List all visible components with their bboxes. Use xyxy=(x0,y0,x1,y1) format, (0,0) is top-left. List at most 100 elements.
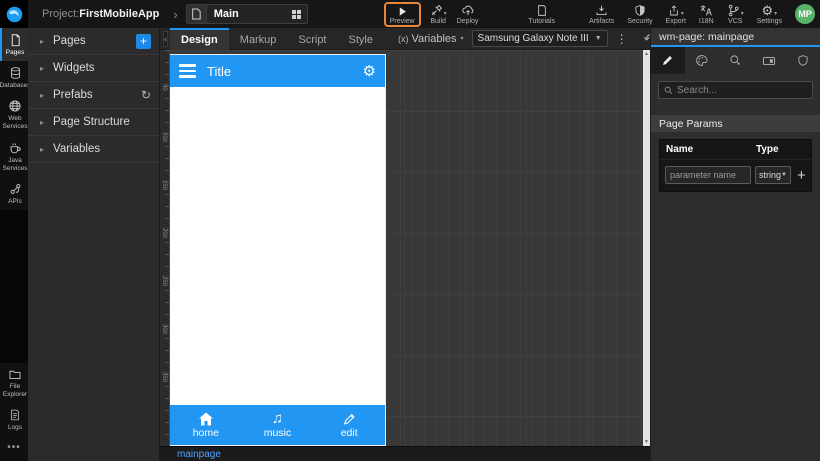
preview-button[interactable]: Preview xyxy=(383,1,421,27)
hamburger-menu-icon[interactable] xyxy=(179,64,196,78)
gear-icon[interactable]: ⚙ xyxy=(363,64,376,79)
deploy-label: Deploy xyxy=(456,17,479,25)
refresh-icon[interactable]: ↻ xyxy=(141,88,151,102)
nav-item-edit[interactable]: edit xyxy=(313,405,385,445)
nav-item-home[interactable]: home xyxy=(170,405,242,445)
ruler-mark: 100 xyxy=(161,132,167,143)
more-vertical-icon[interactable]: ⋮ xyxy=(616,32,628,46)
vcs-button[interactable]: ▾ VCS xyxy=(724,3,747,26)
panel-section-variables[interactable]: ▸ Variables xyxy=(28,136,159,163)
tab-properties[interactable] xyxy=(651,47,685,74)
tab-search-widget[interactable] xyxy=(719,47,753,74)
panel-section-pages[interactable]: ▸ Pages + xyxy=(28,28,159,55)
properties-search-box[interactable] xyxy=(658,81,813,99)
panel-section-page-structure[interactable]: ▸ Page Structure xyxy=(28,109,159,136)
tab-style[interactable]: Style xyxy=(338,28,384,50)
variables-dropdown[interactable]: (x) Variables ▾ xyxy=(398,33,464,45)
page-params-header: Page Params xyxy=(651,115,820,132)
tab-device[interactable] xyxy=(752,47,786,74)
logs-icon xyxy=(11,409,19,421)
more-options-icon[interactable]: ••• xyxy=(0,436,28,461)
canvas-vertical-scrollbar[interactable]: ▲ ▼ xyxy=(643,50,650,446)
phone-header-bar[interactable]: Title ⚙ xyxy=(170,55,385,87)
page-doc-icon xyxy=(186,5,207,23)
rail-item-logs[interactable]: Logs xyxy=(0,403,28,436)
rail-label: Java Services xyxy=(2,156,28,172)
palette-icon xyxy=(696,55,708,66)
tab-design[interactable]: Design xyxy=(170,27,229,50)
rail-item-pages[interactable]: Pages xyxy=(0,28,28,62)
artifacts-button[interactable]: Artifacts xyxy=(586,3,617,26)
branch-icon xyxy=(728,4,739,16)
ruler-mark: 300 xyxy=(161,324,167,335)
security-button[interactable]: Security xyxy=(624,3,655,26)
settings-label: Settings xyxy=(756,17,782,25)
page-selector-label: Main xyxy=(213,8,239,20)
tab-markup[interactable]: Markup xyxy=(229,28,288,50)
tab-styles[interactable] xyxy=(685,47,719,74)
design-canvas[interactable]: 50 100 150 200 250 300 350 Title ⚙ home … xyxy=(160,50,650,446)
caret-right-icon: ▸ xyxy=(40,36,45,46)
api-nodes-icon xyxy=(10,183,20,194)
nav-item-music[interactable]: ♫ music xyxy=(242,405,314,445)
export-button[interactable]: ▾ Export xyxy=(663,3,689,26)
phone-page-content[interactable] xyxy=(170,87,385,405)
home-icon xyxy=(198,412,213,425)
caret-right-icon: ▸ xyxy=(40,90,45,100)
open-page-tab[interactable]: mainpage xyxy=(177,449,221,460)
add-param-button[interactable]: + xyxy=(795,168,808,183)
param-type-select[interactable]: string ▼ xyxy=(755,166,791,184)
chevron-down-icon: ▾ xyxy=(680,10,684,17)
scroll-up-icon[interactable]: ▲ xyxy=(644,50,649,58)
topbar-right-actions: Artifacts Security ▾ Export I18N ▾ VCS ⚙… xyxy=(586,3,815,26)
page-selector-button[interactable]: Main xyxy=(185,4,308,24)
param-name-input[interactable] xyxy=(665,166,751,184)
section-label: Widgets xyxy=(53,62,95,74)
ruler-mark: 50 xyxy=(161,84,167,91)
device-select[interactable]: Samsung Galaxy Note III ▼ xyxy=(471,30,608,47)
rail-item-web-services[interactable]: Web Services xyxy=(0,94,28,135)
i18n-button[interactable]: I18N xyxy=(696,3,717,26)
column-header-type: Type xyxy=(756,144,779,155)
search-input[interactable] xyxy=(677,84,807,96)
ruler-mark: 350 xyxy=(161,372,167,383)
chevron-down-icon: ▼ xyxy=(594,35,602,42)
scroll-down-icon[interactable]: ▼ xyxy=(644,438,649,446)
phone-preview[interactable]: Title ⚙ home ♫ music edit xyxy=(170,55,385,445)
panel-section-prefabs[interactable]: ▸ Prefabs ↻ xyxy=(28,82,159,109)
rail-item-databases[interactable]: Databases xyxy=(0,61,31,94)
play-icon xyxy=(399,6,406,16)
panel-section-widgets[interactable]: ▸ Widgets xyxy=(28,55,159,82)
phone-bottom-nav: home ♫ music edit xyxy=(170,405,385,445)
tab-security-widget[interactable] xyxy=(786,47,820,74)
i18n-label: I18N xyxy=(698,17,714,25)
edit-pencil-icon xyxy=(343,413,355,425)
app-logo[interactable] xyxy=(0,0,28,28)
rail-label: Databases xyxy=(0,82,31,90)
collapse-left-panel-icon[interactable]: ‹ xyxy=(163,30,168,47)
phone-page-title: Title xyxy=(207,63,232,79)
rail-item-file-explorer[interactable]: File Explorer xyxy=(0,363,28,403)
coffee-icon xyxy=(10,142,21,153)
user-avatar[interactable]: MP xyxy=(795,4,815,24)
rail-label: Logs xyxy=(7,423,23,431)
project-breadcrumb: Project:FirstMobileApp xyxy=(42,8,159,20)
pencil-icon xyxy=(663,56,673,65)
settings-button[interactable]: ⚙ ▾ Settings xyxy=(754,3,785,26)
tutorials-label: Tutorials xyxy=(528,17,556,25)
page-params-table: Name Type string ▼ + xyxy=(659,139,812,192)
search-icon xyxy=(664,86,673,94)
shield-outline-icon xyxy=(798,55,808,66)
rail-item-apis[interactable]: APIs xyxy=(0,177,28,210)
add-page-button[interactable]: + xyxy=(136,33,151,49)
selected-widget-title: wm-page: mainpage xyxy=(659,30,755,43)
deploy-button[interactable]: Deploy xyxy=(454,3,482,26)
tutorials-button[interactable]: Tutorials xyxy=(525,3,558,26)
rail-item-java-services[interactable]: Java Services xyxy=(0,136,28,177)
top-bar: Project:FirstMobileApp › Main Preview ▾ … xyxy=(0,0,820,28)
nav-label: music xyxy=(263,426,292,439)
left-rail: Pages Databases Web Services Java Servic… xyxy=(0,28,31,461)
music-icon: ♫ xyxy=(271,409,284,427)
build-button[interactable]: ▾ Build xyxy=(427,3,450,26)
tab-script[interactable]: Script xyxy=(287,28,337,50)
